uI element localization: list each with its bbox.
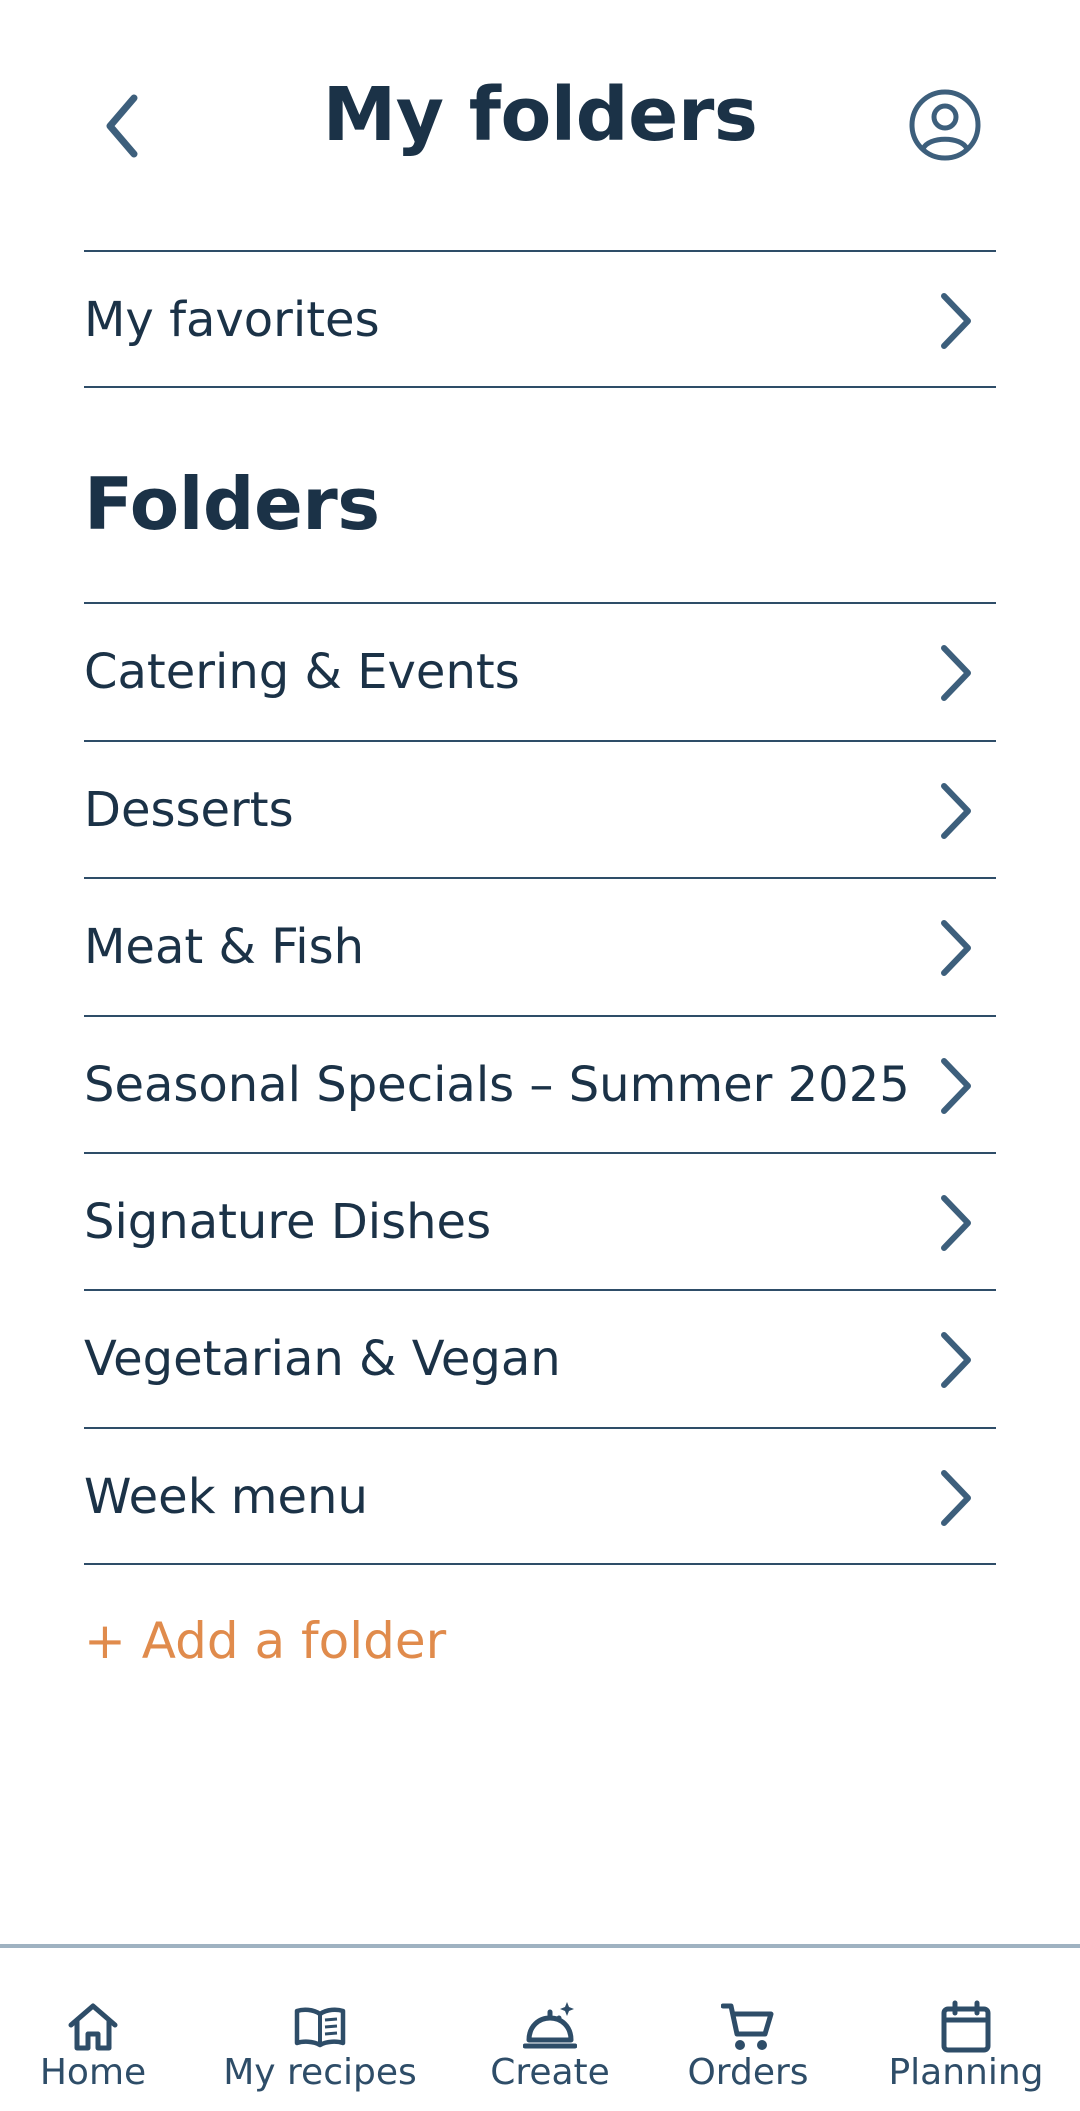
favorites-label: My favorites bbox=[84, 292, 380, 348]
nav-label: My recipes bbox=[223, 2052, 417, 2093]
folder-label: Week menu bbox=[84, 1469, 368, 1525]
folder-row[interactable]: Seasonal Specials – Summer 2025 bbox=[84, 1015, 996, 1153]
folder-label: Seasonal Specials – Summer 2025 bbox=[84, 1057, 910, 1113]
folders-section-title: Folders bbox=[84, 462, 380, 546]
cloche-sparkle-icon bbox=[523, 2002, 577, 2049]
nav-label: Orders bbox=[687, 2052, 809, 2093]
folder-row[interactable]: Vegetarian & Vegan bbox=[84, 1289, 996, 1427]
favorites-row[interactable]: My favorites bbox=[84, 250, 996, 388]
my-folders-screen: My folders My favorites Folders Catering… bbox=[0, 0, 1080, 2111]
calendar-icon bbox=[941, 2000, 991, 2053]
nav-label: Home bbox=[39, 2052, 147, 2093]
home-icon bbox=[68, 2003, 118, 2051]
header: My folders bbox=[0, 0, 1080, 250]
nav-item-orders[interactable]: Orders bbox=[668, 1948, 828, 2111]
chevron-right-icon bbox=[941, 783, 971, 839]
folder-label: Meat & Fish bbox=[84, 919, 365, 975]
folder-row[interactable]: Desserts bbox=[84, 740, 996, 878]
open-book-icon bbox=[294, 2007, 346, 2048]
cart-icon bbox=[721, 2003, 774, 2050]
folder-row[interactable]: Week menu bbox=[84, 1427, 996, 1565]
chevron-right-icon bbox=[941, 1470, 971, 1526]
folder-row[interactable]: Meat & Fish bbox=[84, 877, 996, 1015]
add-folder-button[interactable]: + Add a folder bbox=[84, 1612, 446, 1670]
chevron-right-icon bbox=[941, 1332, 971, 1388]
bottom-nav: Home My recipes Create Orders Planning bbox=[0, 1944, 1080, 2111]
nav-item-home[interactable]: Home bbox=[20, 1948, 166, 2111]
chevron-right-icon bbox=[941, 293, 971, 349]
folder-row[interactable]: Catering & Events bbox=[84, 602, 996, 740]
folder-label: Signature Dishes bbox=[84, 1194, 492, 1250]
nav-item-planning[interactable]: Planning bbox=[882, 1948, 1050, 2111]
folder-label: Vegetarian & Vegan bbox=[84, 1331, 561, 1387]
folder-row[interactable]: Signature Dishes bbox=[84, 1152, 996, 1290]
chevron-right-icon bbox=[941, 1195, 971, 1251]
nav-label: Planning bbox=[888, 2052, 1044, 2093]
folder-label: Desserts bbox=[84, 782, 294, 838]
user-circle-icon bbox=[909, 89, 981, 161]
nav-label: Create bbox=[490, 2052, 610, 2093]
profile-button[interactable] bbox=[908, 88, 982, 162]
chevron-right-icon bbox=[941, 645, 971, 701]
nav-item-create[interactable]: Create bbox=[470, 1948, 630, 2111]
folder-label: Catering & Events bbox=[84, 644, 520, 700]
chevron-right-icon bbox=[941, 920, 971, 976]
nav-item-my-recipes[interactable]: My recipes bbox=[220, 1948, 420, 2111]
chevron-right-icon bbox=[941, 1058, 971, 1114]
